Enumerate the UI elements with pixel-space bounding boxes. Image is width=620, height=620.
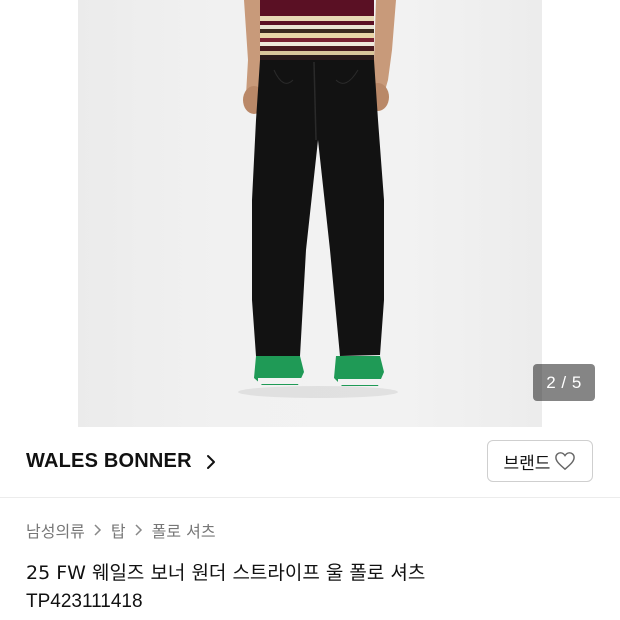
- image-counter: 2 / 5: [533, 364, 595, 401]
- breadcrumb: 남성의류 탑 폴로 셔츠: [26, 518, 216, 542]
- brand-button-label: 브랜드: [503, 453, 551, 474]
- breadcrumb-item-men-clothing[interactable]: 남성의류: [26, 518, 85, 542]
- breadcrumb-item-polo-shirt[interactable]: 폴로 셔츠: [152, 518, 216, 542]
- model-illustration: [238, 0, 398, 398]
- brand-like-button[interactable]: 브랜드: [487, 440, 593, 482]
- product-image-gallery[interactable]: 2 / 5: [0, 0, 620, 427]
- chevron-right-icon: [94, 524, 101, 536]
- product-code: TP423111418: [26, 591, 143, 612]
- product-photo[interactable]: [78, 0, 542, 427]
- brand-name: WALES BONNER: [26, 450, 192, 472]
- chevron-right-icon: [135, 524, 142, 536]
- chevron-right-icon: [206, 454, 215, 469]
- heart-outline-icon: [555, 452, 576, 471]
- breadcrumb-item-top[interactable]: 탑: [111, 518, 126, 542]
- product-title: 25 FW 웨일즈 보너 원더 스트라이프 울 폴로 셔츠: [26, 562, 426, 584]
- brand-link[interactable]: WALES BONNER: [26, 450, 220, 473]
